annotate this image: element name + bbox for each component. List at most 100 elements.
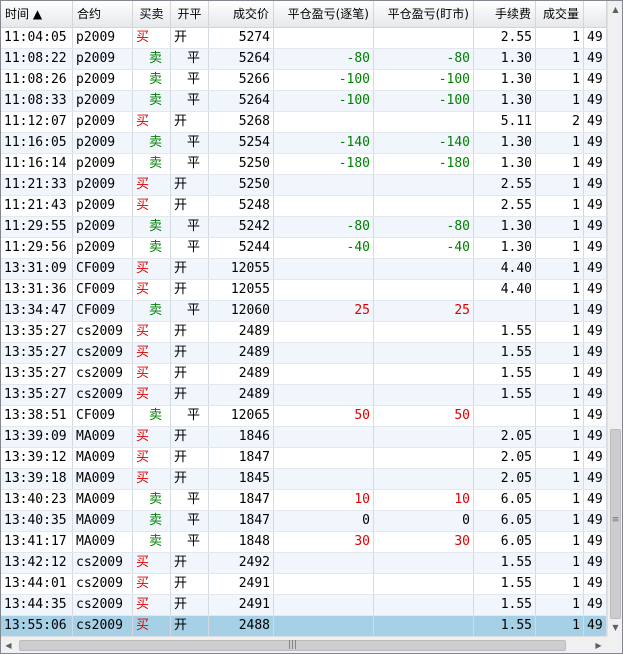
- scroll-right-icon[interactable]: ▶: [591, 637, 606, 653]
- table-row[interactable]: 11:08:22 p2009 卖平 5264 -80 -80 1.30 1 49: [1, 49, 607, 70]
- header-col-contract[interactable]: 合约: [73, 1, 133, 27]
- cell-open-close: 开: [171, 259, 209, 279]
- cell-open-close: 平: [171, 301, 209, 321]
- header-col-time[interactable]: 时间 ▲: [1, 1, 73, 27]
- table-row[interactable]: 13:39:12 MA009 买开 1847 2.05 1 49: [1, 448, 607, 469]
- cell-fee: 1.55: [474, 595, 536, 615]
- grid-body[interactable]: 11:04:05 p2009 买开 5274 2.55 1 49 11:08:22 p2009 卖…: [1, 28, 607, 636]
- cell-quantity: 1: [536, 259, 584, 279]
- table-row[interactable]: 13:40:35 MA009 卖平 1847 0 0 6.05 1 49: [1, 511, 607, 532]
- header-col-open-close[interactable]: 开平: [171, 1, 209, 27]
- cell-time: 13:39:18: [1, 469, 73, 489]
- cell-overflow: 49: [584, 406, 607, 426]
- cell-contract: MA009: [73, 490, 133, 510]
- header-col-overflow[interactable]: [584, 1, 607, 27]
- table-row[interactable]: 13:40:23 MA009 卖平 1847 10 10 6.05 1 49: [1, 490, 607, 511]
- cell-quantity: 1: [536, 91, 584, 111]
- cell-price: 2492: [209, 553, 274, 573]
- table-row[interactable]: 11:21:33 p2009 买开 5250 2.55 1 49: [1, 175, 607, 196]
- cell-overflow: 49: [584, 616, 607, 636]
- table-row[interactable]: 11:16:05 p2009 卖平 5254 -140 -140 1.30 1 49: [1, 133, 607, 154]
- table-row[interactable]: 13:35:27 cs2009 买开 2489 1.55 1 49: [1, 385, 607, 406]
- cell-overflow: 49: [584, 322, 607, 342]
- cell-quantity: 1: [536, 175, 584, 195]
- table-row[interactable]: 11:29:56 p2009 卖平 5244 -40 -40 1.30 1 49: [1, 238, 607, 259]
- table-row[interactable]: 13:39:09 MA009 买开 1846 2.05 1 49: [1, 427, 607, 448]
- cell-time: 13:35:27: [1, 385, 73, 405]
- vertical-scrollbar[interactable]: ▲ ≡ ▼: [607, 1, 622, 636]
- table-row[interactable]: 11:29:55 p2009 卖平 5242 -80 -80 1.30 1 49: [1, 217, 607, 238]
- table-row[interactable]: 11:08:26 p2009 卖平 5266 -100 -100 1.30 1 49: [1, 70, 607, 91]
- table-row[interactable]: 13:44:01 cs2009 买开 2491 1.55 1 49: [1, 574, 607, 595]
- cell-time: 13:35:27: [1, 322, 73, 342]
- table-row[interactable]: 13:31:09 CF009 买开 12055 4.40 1 49: [1, 259, 607, 280]
- cell-quantity: 1: [536, 532, 584, 552]
- table-row[interactable]: 13:39:18 MA009 买开 1845 2.05 1 49: [1, 469, 607, 490]
- vertical-scroll-thumb[interactable]: ≡: [610, 429, 621, 619]
- cell-pnl-each: 50: [274, 406, 374, 426]
- cell-contract: cs2009: [73, 322, 133, 342]
- cell-overflow: 49: [584, 301, 607, 321]
- table-row[interactable]: 13:35:27 cs2009 买开 2489 1.55 1 49: [1, 343, 607, 364]
- cell-contract: cs2009: [73, 343, 133, 363]
- cell-open-close: 开: [171, 616, 209, 636]
- cell-time: 11:29:56: [1, 238, 73, 258]
- table-row[interactable]: 11:21:43 p2009 买开 5248 2.55 1 49: [1, 196, 607, 217]
- header-col-pnl-each[interactable]: 平仓盈亏(逐笔): [274, 1, 374, 27]
- header-col-fee[interactable]: 手续费: [474, 1, 536, 27]
- cell-pnl-market: [374, 196, 474, 216]
- cell-pnl-market: [374, 322, 474, 342]
- table-row[interactable]: 13:41:17 MA009 卖平 1848 30 30 6.05 1 49: [1, 532, 607, 553]
- cell-overflow: 49: [584, 28, 607, 48]
- cell-time: 13:31:09: [1, 259, 73, 279]
- cell-quantity: 1: [536, 448, 584, 468]
- cell-fee: 1.30: [474, 49, 536, 69]
- cell-fee: 1.30: [474, 91, 536, 111]
- cell-pnl-market: [374, 595, 474, 615]
- horizontal-scrollbar[interactable]: ◀ ||| ▶: [1, 636, 607, 653]
- table-row[interactable]: 11:16:14 p2009 卖平 5250 -180 -180 1.30 1 49: [1, 154, 607, 175]
- cell-price: 5254: [209, 133, 274, 153]
- header-col-pnl-market[interactable]: 平仓盈亏(盯市): [374, 1, 474, 27]
- header-col-price[interactable]: 成交价: [209, 1, 274, 27]
- cell-contract: CF009: [73, 406, 133, 426]
- cell-pnl-market: 10: [374, 490, 474, 510]
- scroll-up-icon[interactable]: ▲: [608, 1, 622, 18]
- cell-fee: 1.30: [474, 217, 536, 237]
- table-row[interactable]: 13:31:36 CF009 买开 12055 4.40 1 49: [1, 280, 607, 301]
- table-row[interactable]: 13:35:27 cs2009 买开 2489 1.55 1 49: [1, 322, 607, 343]
- cell-pnl-market: [374, 175, 474, 195]
- cell-open-close: 平: [171, 49, 209, 69]
- cell-open-close: 开: [171, 574, 209, 594]
- cell-fee: 1.55: [474, 322, 536, 342]
- scroll-left-icon[interactable]: ◀: [1, 637, 16, 653]
- cell-pnl-each: -80: [274, 217, 374, 237]
- cell-open-close: 开: [171, 280, 209, 300]
- horizontal-scroll-thumb[interactable]: |||: [19, 640, 566, 651]
- cell-open-close: 开: [171, 427, 209, 447]
- table-row[interactable]: 11:12:07 p2009 买开 5268 5.11 2 49: [1, 112, 607, 133]
- scroll-down-icon[interactable]: ▼: [608, 619, 622, 636]
- cell-quantity: 1: [536, 469, 584, 489]
- cell-price: 5266: [209, 70, 274, 90]
- cell-price: 1847: [209, 448, 274, 468]
- cell-pnl-market: [374, 280, 474, 300]
- cell-time: 11:08:22: [1, 49, 73, 69]
- table-row[interactable]: 13:35:27 cs2009 买开 2489 1.55 1 49: [1, 364, 607, 385]
- table-row[interactable]: 13:44:35 cs2009 买开 2491 1.55 1 49: [1, 595, 607, 616]
- cell-open-close: 开: [171, 595, 209, 615]
- table-row[interactable]: 13:38:51 CF009 卖平 12065 50 50 1 49: [1, 406, 607, 427]
- table-row[interactable]: 13:42:12 cs2009 买开 2492 1.55 1 49: [1, 553, 607, 574]
- cell-time: 11:08:33: [1, 91, 73, 111]
- cell-price: 12055: [209, 259, 274, 279]
- header-col-quantity[interactable]: 成交量: [536, 1, 584, 27]
- cell-pnl-market: -100: [374, 91, 474, 111]
- cell-overflow: 49: [584, 490, 607, 510]
- cell-quantity: 1: [536, 343, 584, 363]
- table-row[interactable]: 11:04:05 p2009 买开 5274 2.55 1 49: [1, 28, 607, 49]
- table-row[interactable]: 13:34:47 CF009 卖平 12060 25 25 1 49: [1, 301, 607, 322]
- table-row[interactable]: 11:08:33 p2009 卖平 5264 -100 -100 1.30 1 49: [1, 91, 607, 112]
- table-row[interactable]: 13:55:06 cs2009 买开 2488 1.55 1 49: [1, 616, 607, 636]
- cell-price: 2489: [209, 385, 274, 405]
- header-col-side[interactable]: 买卖: [133, 1, 171, 27]
